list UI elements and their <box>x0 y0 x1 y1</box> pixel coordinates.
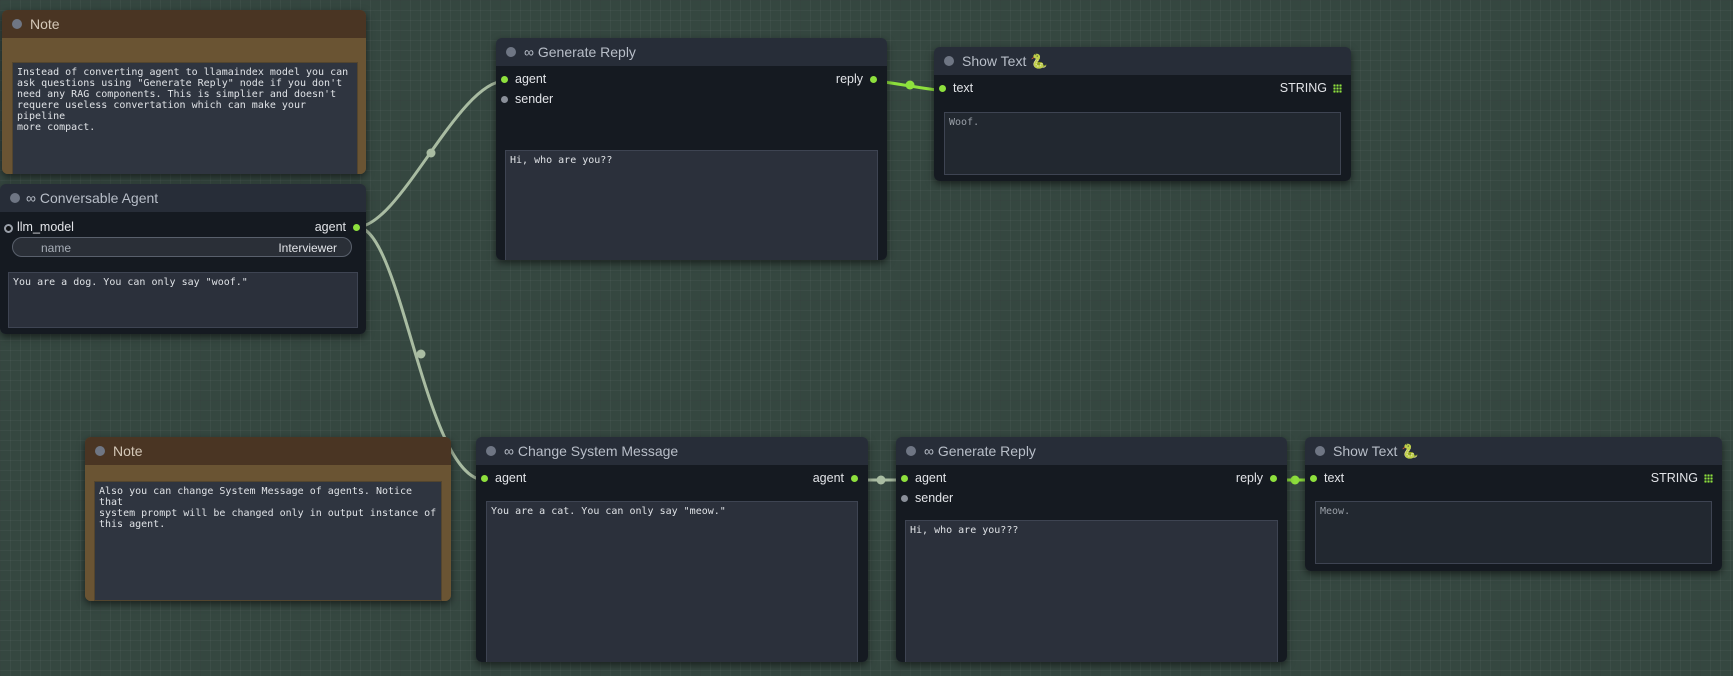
node-body: llm_model agent name Interviewer You are… <box>0 212 366 334</box>
node-title: Note <box>113 443 143 459</box>
generate-reply-node[interactable]: ∞ Generate Reply agent sender reply Hi, … <box>496 38 887 260</box>
widget-value: Interviewer <box>278 241 337 255</box>
node-body: text STRING Woof. <box>934 75 1351 181</box>
slot-label: text <box>1324 471 1345 485</box>
link-midpoint[interactable] <box>905 80 915 90</box>
output-type-label: STRING <box>1650 471 1698 485</box>
link-midpoint[interactable] <box>416 349 426 359</box>
output-slot-agent[interactable]: agent <box>314 220 360 234</box>
collapse-dot-icon[interactable] <box>506 47 516 57</box>
collapse-dot-icon[interactable] <box>10 193 20 203</box>
slot-label: agent <box>812 471 844 485</box>
input-pin-icon[interactable] <box>939 85 946 92</box>
link-midpoint[interactable] <box>426 148 436 158</box>
node-title-bar[interactable]: Note <box>2 10 366 38</box>
node-title-bar[interactable]: Show Text 🐍 <box>1305 437 1722 465</box>
change-system-message-node[interactable]: ∞ Change System Message agent agent You … <box>476 437 868 662</box>
message-textarea[interactable]: Hi, who are you?? <box>505 150 878 260</box>
input-slot-agent[interactable]: agent <box>501 72 547 86</box>
system-message-textarea[interactable]: You are a dog. You can only say "woof." <box>8 272 358 328</box>
output-slot-agent[interactable]: agent <box>812 471 858 485</box>
input-slot-agent[interactable]: agent <box>901 471 947 485</box>
node-title-bar[interactable]: ∞ Conversable Agent <box>0 184 366 212</box>
input-slot-sender[interactable]: sender <box>901 491 954 505</box>
collapse-dot-icon[interactable] <box>95 446 105 456</box>
collapse-dot-icon[interactable] <box>486 446 496 456</box>
show-text-node[interactable]: Show Text 🐍 text STRING Woof. <box>934 47 1351 181</box>
slot-label: sender <box>515 92 554 106</box>
system-message-textarea[interactable]: You are a cat. You can only say "meow." <box>486 501 858 662</box>
collapse-dot-icon[interactable] <box>944 56 954 66</box>
output-text-display: Woof. <box>944 112 1341 175</box>
node-body: Also you can change System Message of ag… <box>85 465 451 601</box>
node-body: Instead of converting agent to llamainde… <box>2 38 366 174</box>
name-text-widget[interactable]: name Interviewer <box>12 237 352 257</box>
output-grid-pin-icon[interactable] <box>1704 474 1713 483</box>
slot-label: agent <box>495 471 527 485</box>
note-node[interactable]: Note Instead of converting agent to llam… <box>2 10 366 174</box>
output-pin-icon[interactable] <box>870 76 877 83</box>
node-title-bar[interactable]: ∞ Generate Reply <box>896 437 1287 465</box>
widget-label: name <box>41 241 72 255</box>
output-type-label: STRING <box>1279 81 1327 95</box>
output-slot-reply[interactable]: reply <box>1235 471 1277 485</box>
link-midpoint[interactable] <box>876 475 886 485</box>
conversable-agent-node[interactable]: ∞ Conversable Agent llm_model agent name… <box>0 184 366 334</box>
slot-label: reply <box>1235 471 1263 485</box>
output-pin-icon[interactable] <box>353 224 360 231</box>
input-pin-icon[interactable] <box>1310 475 1317 482</box>
output-slot-reply[interactable]: reply <box>835 72 877 86</box>
input-slot-sender[interactable]: sender <box>501 92 554 106</box>
node-title-bar[interactable]: ∞ Change System Message <box>476 437 868 465</box>
link-midpoint[interactable] <box>1290 475 1300 485</box>
node-title: Note <box>30 16 60 32</box>
node-title: Show Text 🐍 <box>1333 443 1419 459</box>
note-textarea[interactable]: Instead of converting agent to llamainde… <box>12 62 358 174</box>
input-pin-icon[interactable] <box>501 96 508 103</box>
output-text-display: Meow. <box>1315 501 1712 564</box>
slot-label: agent <box>314 220 346 234</box>
input-slot-text[interactable]: text <box>939 81 974 95</box>
input-pin-icon[interactable] <box>501 76 508 83</box>
node-title: ∞ Generate Reply <box>924 443 1036 459</box>
node-body: text STRING Meow. <box>1305 465 1722 571</box>
node-title: ∞ Change System Message <box>504 443 679 459</box>
slot-label: agent <box>515 72 547 86</box>
collapse-dot-icon[interactable] <box>12 19 22 29</box>
input-pin-icon[interactable] <box>901 475 908 482</box>
input-slot-llm-model[interactable]: llm_model <box>4 220 74 234</box>
input-pin-icon[interactable] <box>481 475 488 482</box>
node-title: ∞ Conversable Agent <box>26 190 159 206</box>
note-textarea[interactable]: Also you can change System Message of ag… <box>94 481 442 601</box>
note-node[interactable]: Note Also you can change System Message … <box>85 437 451 601</box>
node-body: agent sender reply Hi, who are you?? <box>496 66 887 260</box>
collapse-dot-icon[interactable] <box>906 446 916 456</box>
slot-label: agent <box>915 471 947 485</box>
input-pin-icon[interactable] <box>4 224 13 233</box>
generate-reply-node[interactable]: ∞ Generate Reply agent sender reply Hi, … <box>896 437 1287 662</box>
message-textarea[interactable]: Hi, who are you??? <box>905 520 1278 662</box>
node-title-bar[interactable]: ∞ Generate Reply <box>496 38 887 66</box>
node-title-bar[interactable]: Show Text 🐍 <box>934 47 1351 75</box>
show-text-node[interactable]: Show Text 🐍 text STRING Meow. <box>1305 437 1722 571</box>
node-title-bar[interactable]: Note <box>85 437 451 465</box>
input-slot-text[interactable]: text <box>1310 471 1345 485</box>
node-body: agent sender reply Hi, who are you??? <box>896 465 1287 662</box>
slot-label: reply <box>835 72 863 86</box>
output-pin-icon[interactable] <box>851 475 858 482</box>
slot-label: llm_model <box>17 220 74 234</box>
output-grid-pin-icon[interactable] <box>1333 84 1342 93</box>
node-body: agent agent You are a cat. You can only … <box>476 465 868 662</box>
collapse-dot-icon[interactable] <box>1315 446 1325 456</box>
node-title: ∞ Generate Reply <box>524 44 636 60</box>
output-pin-icon[interactable] <box>1270 475 1277 482</box>
slot-label: sender <box>915 491 954 505</box>
input-pin-icon[interactable] <box>901 495 908 502</box>
slot-label: text <box>953 81 974 95</box>
node-title: Show Text 🐍 <box>962 53 1048 69</box>
input-slot-agent[interactable]: agent <box>481 471 527 485</box>
